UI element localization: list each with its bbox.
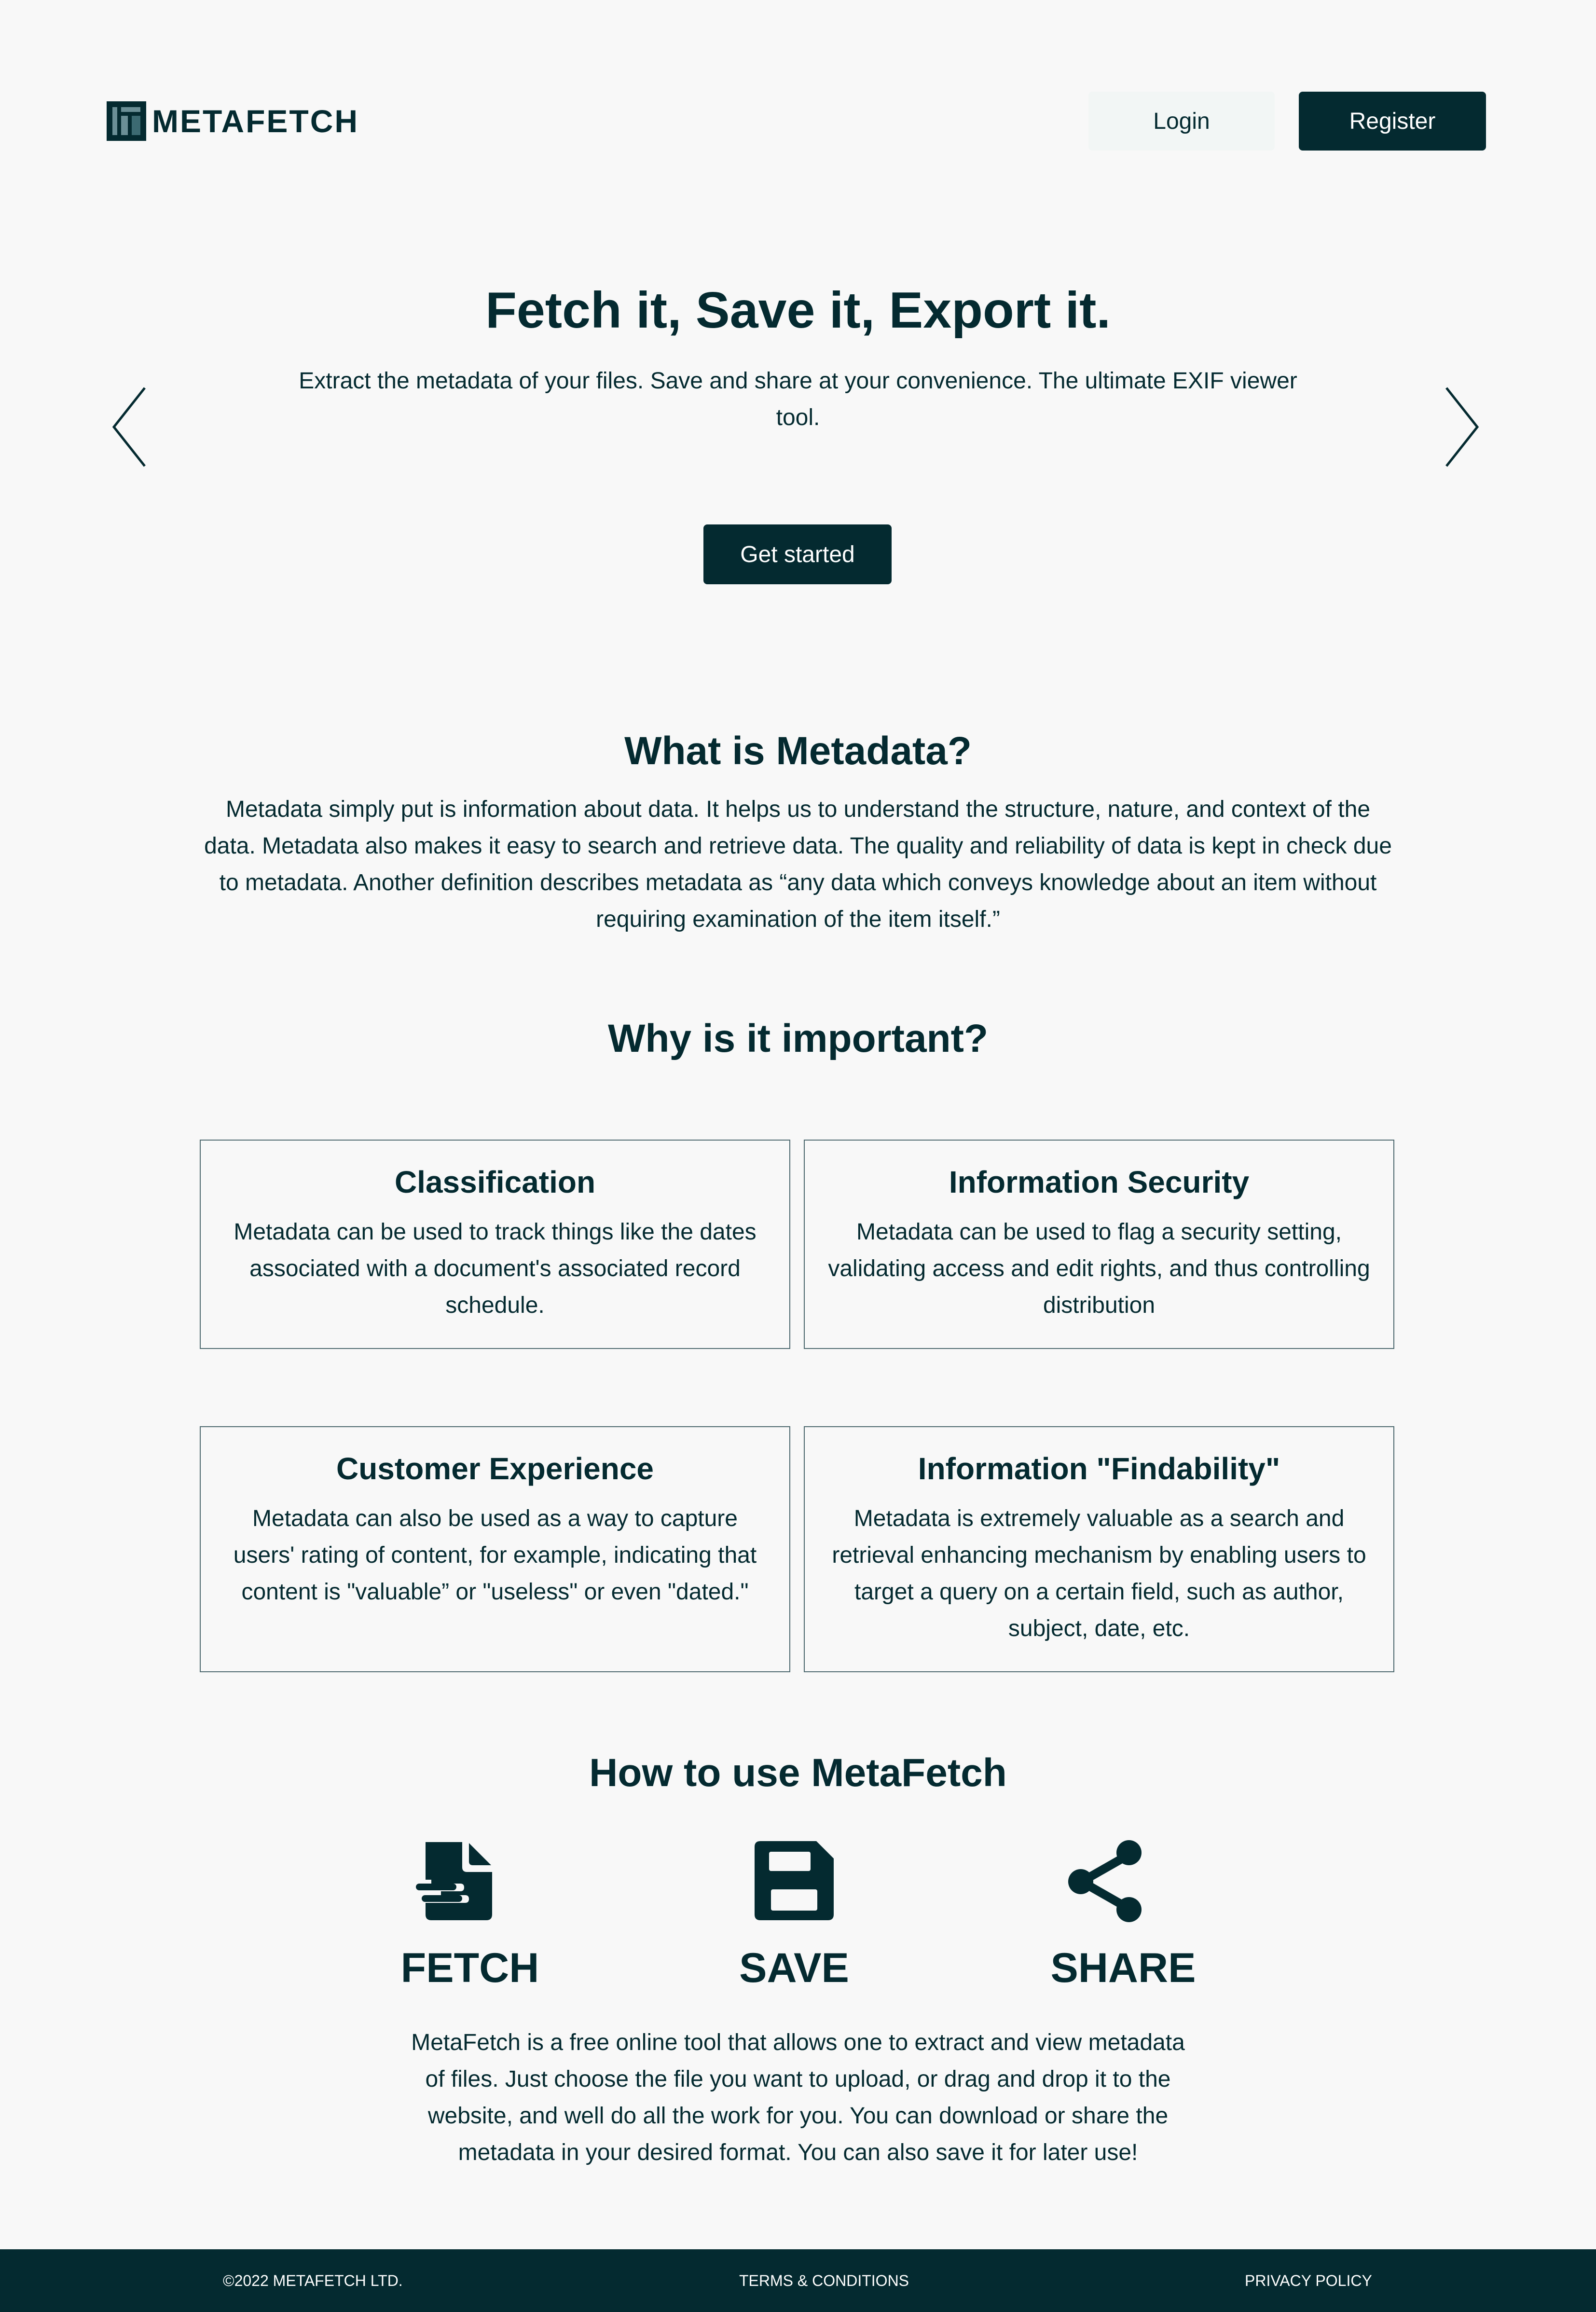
card-customer-experience: Customer Experience Metadata can also be… (200, 1426, 790, 1672)
card-body: Metadata can be used to flag a security … (828, 1219, 1370, 1318)
footer-privacy-link[interactable]: PRIVACY POLICY (1245, 2249, 1372, 2312)
footer-terms-link[interactable]: TERMS & CONDITIONS (739, 2249, 909, 2312)
importance-section-title: Why is it important? (607, 1017, 989, 1060)
footer-copyright: ©2022 METAFETCH LTD. (223, 2271, 403, 2289)
metadata-section-body: Metadata simply put is information about… (204, 797, 1392, 932)
logo-mark-icon (107, 101, 146, 141)
card-title: Information Security (949, 1165, 1250, 1199)
get-started-button[interactable]: Get started (703, 524, 892, 584)
card-body: Metadata is extremely valuable as a sear… (832, 1506, 1366, 1641)
hero-subtitle: Extract the metadata of your files. Save… (299, 368, 1297, 430)
chevron-right-icon[interactable] (1443, 386, 1481, 468)
howto-section-title: How to use MetaFetch (589, 1751, 1007, 1795)
register-button[interactable]: Register (1299, 92, 1486, 151)
card-title: Classification (394, 1165, 596, 1199)
card-body: Metadata can be used to track things lik… (234, 1219, 757, 1318)
card-information-security: Information Security Metadata can be use… (804, 1140, 1394, 1349)
metadata-section-title: What is Metadata? (624, 729, 972, 773)
logo[interactable]: METAFETCH (107, 101, 359, 141)
chevron-left-icon[interactable] (110, 386, 149, 468)
hero-title: Fetch it, Save it, Export it. (485, 282, 1111, 339)
step-label-fetch: FETCH (400, 1945, 539, 1991)
floppy-disk-icon (751, 1837, 838, 1924)
card-title: Information "Findability" (918, 1451, 1280, 1486)
card-body: Metadata can also be used as a way to ca… (233, 1506, 757, 1605)
step-label-share: SHARE (1050, 1945, 1196, 1991)
footer: ©2022 METAFETCH LTD. TERMS & CONDITIONS … (0, 2249, 1596, 2312)
share-icon (1062, 1837, 1149, 1924)
logo-text: METAFETCH (152, 103, 359, 139)
card-information-findability: Information "Findability" Metadata is ex… (804, 1426, 1394, 1672)
step-label-save: SAVE (739, 1945, 849, 1991)
login-button[interactable]: Login (1088, 92, 1275, 151)
howto-section-body: MetaFetch is a free online tool that all… (411, 2030, 1185, 2165)
card-title: Customer Experience (336, 1451, 654, 1486)
card-classification: Classification Metadata can be used to t… (200, 1140, 790, 1349)
file-icon (412, 1837, 499, 1924)
